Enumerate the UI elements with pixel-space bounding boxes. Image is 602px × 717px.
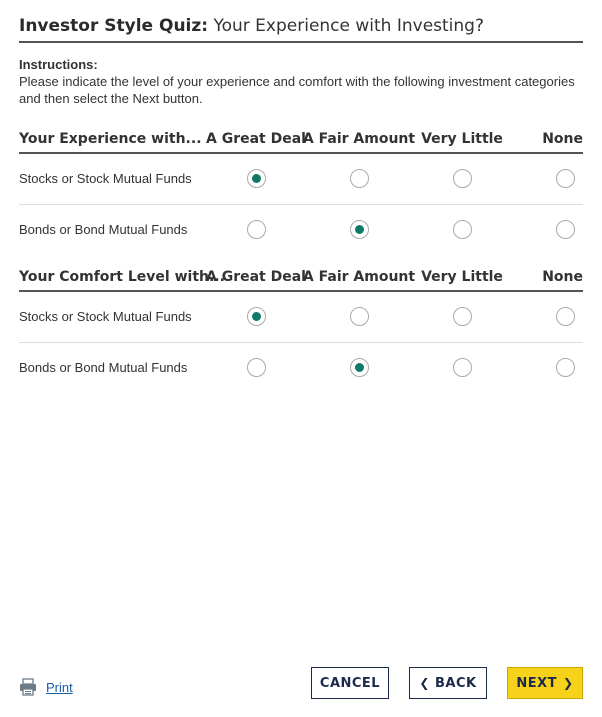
column-very-little: Very Little (421, 269, 503, 285)
experience-heading: Your Experience with... (19, 131, 202, 147)
radio-great-deal[interactable] (247, 169, 266, 188)
page-title: Investor Style Quiz: Your Experience wit… (19, 14, 583, 43)
radio-very-little[interactable] (453, 169, 472, 188)
radio-fair-amount[interactable] (350, 358, 369, 377)
experience-section: Your Experience with... A Great Deal A F… (19, 128, 583, 255)
instructions: Instructions: Please indicate the level … (19, 56, 583, 107)
radio-great-deal[interactable] (247, 358, 266, 377)
radio-none[interactable] (556, 307, 575, 326)
experience-header-row: Your Experience with... A Great Deal A F… (19, 128, 583, 154)
radio-none[interactable] (556, 169, 575, 188)
next-label: NEXT (516, 675, 558, 691)
table-row: Bonds or Bond Mutual Funds (19, 205, 583, 255)
radio-fair-amount[interactable] (350, 307, 369, 326)
comfort-header-row: Your Comfort Level with... A Great Deal … (19, 266, 583, 292)
print-control[interactable]: Print (19, 676, 73, 698)
radio-great-deal[interactable] (247, 307, 266, 326)
printer-icon[interactable] (19, 678, 37, 696)
column-great-deal: A Great Deal (206, 269, 306, 285)
back-label: BACK (434, 675, 477, 691)
column-fair-amount: A Fair Amount (302, 269, 416, 285)
instructions-heading: Instructions: (19, 57, 98, 72)
radio-very-little[interactable] (453, 358, 472, 377)
comfort-section: Your Comfort Level with... A Great Deal … (19, 266, 583, 393)
quiz-title: Investor Style Quiz: (19, 16, 209, 36)
column-fair-amount: A Fair Amount (302, 131, 416, 147)
column-none: None (542, 131, 583, 147)
row-label: Stocks or Stock Mutual Funds (19, 309, 192, 324)
column-none: None (542, 269, 583, 285)
radio-none[interactable] (556, 358, 575, 377)
cancel-label: CANCEL (319, 675, 381, 691)
instructions-body: Please indicate the level of your experi… (19, 74, 575, 106)
row-label: Bonds or Bond Mutual Funds (19, 360, 188, 375)
chevron-left-icon: ❮ (419, 676, 430, 690)
table-row: Bonds or Bond Mutual Funds (19, 343, 583, 393)
comfort-heading: Your Comfort Level with... (19, 269, 225, 285)
radio-fair-amount[interactable] (350, 220, 369, 239)
column-very-little: Very Little (421, 131, 503, 147)
row-label: Stocks or Stock Mutual Funds (19, 171, 192, 186)
radio-great-deal[interactable] (247, 220, 266, 239)
print-link[interactable]: Print (46, 680, 73, 695)
next-button[interactable]: NEXT ❯ (507, 667, 583, 699)
chevron-right-icon: ❯ (563, 676, 574, 690)
radio-fair-amount[interactable] (350, 169, 369, 188)
quiz-question: Your Experience with Investing? (208, 16, 484, 36)
table-row: Stocks or Stock Mutual Funds (19, 154, 583, 205)
radio-very-little[interactable] (453, 220, 472, 239)
cancel-button[interactable]: CANCEL (311, 667, 389, 699)
back-button[interactable]: ❮ BACK (409, 667, 487, 699)
radio-none[interactable] (556, 220, 575, 239)
radio-very-little[interactable] (453, 307, 472, 326)
table-row: Stocks or Stock Mutual Funds (19, 292, 583, 343)
column-great-deal: A Great Deal (206, 131, 306, 147)
row-label: Bonds or Bond Mutual Funds (19, 222, 188, 237)
